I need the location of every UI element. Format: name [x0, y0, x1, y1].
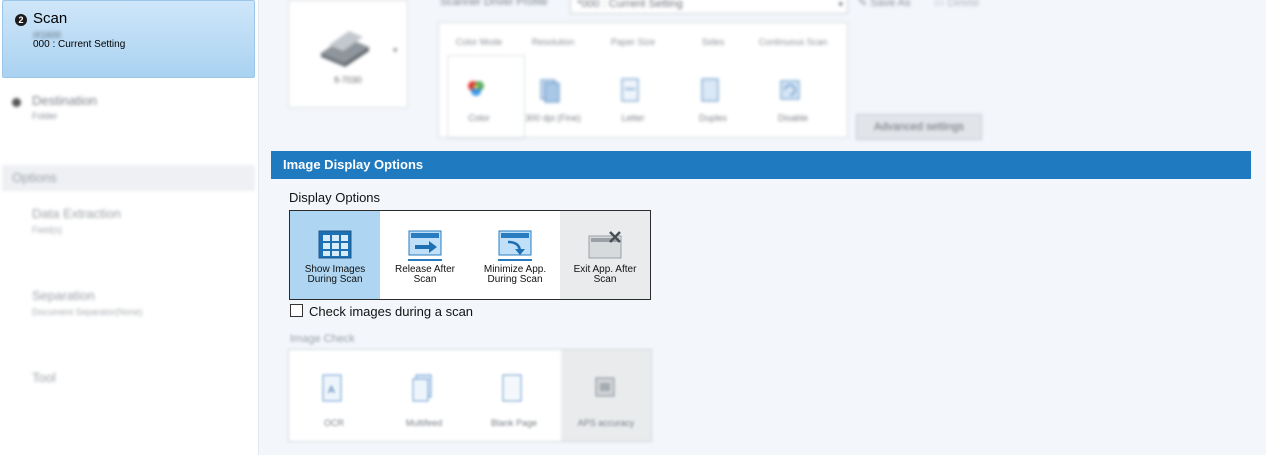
- save-as-button[interactable]: ✎ Save As: [858, 0, 911, 9]
- sidebar-item-sub: Folder: [32, 111, 58, 121]
- grid-icon: [318, 230, 352, 259]
- pencil-icon: ✎: [858, 0, 868, 9]
- sidebar-item-separation[interactable]: Separation Document Separator(None): [32, 288, 242, 317]
- delete-label: Delete: [947, 0, 980, 9]
- setting-value: Disable: [777, 113, 808, 123]
- sidebar-item-label: Data Extraction: [32, 206, 121, 221]
- scanner-select-button[interactable]: ▾ fi-7030: [288, 0, 408, 108]
- option-label: Blank Page: [490, 418, 538, 428]
- delete-button[interactable]: ▭ Delete: [934, 0, 979, 9]
- option-label: During Scan: [307, 274, 363, 285]
- option-label: Scan: [413, 274, 437, 285]
- step-number-icon: 2: [15, 14, 27, 26]
- duplex-icon: [701, 78, 719, 102]
- blank-page-option[interactable]: Blank Page: [469, 350, 559, 441]
- color-mode-setting[interactable]: Color Mode Color: [439, 23, 525, 139]
- sidebar-item-destination[interactable]: Destination Folder: [12, 93, 242, 127]
- continuous-scan-setting[interactable]: Continuous Scan Disable: [753, 23, 833, 123]
- ocr-document-icon: A: [322, 374, 342, 402]
- setting-header: Color Mode: [455, 37, 503, 47]
- multifeed-icon: [412, 374, 432, 402]
- sidebar-item-label: Destination: [32, 93, 98, 108]
- ocr-option[interactable]: A OCR: [289, 350, 379, 441]
- option-label: Scan: [593, 274, 617, 285]
- trash-icon: ▭: [934, 0, 945, 9]
- option-label: APS accuracy: [577, 418, 635, 428]
- svg-text:A: A: [328, 385, 335, 396]
- option-label: During Scan: [487, 274, 543, 285]
- aps-accuracy-option[interactable]: APS accuracy: [561, 350, 651, 441]
- sidebar: 2 Scan iX1600 000 : Current Setting Dest…: [0, 0, 259, 455]
- step-dot-icon: [12, 98, 21, 107]
- release-after-scan-option[interactable]: Release After Scan: [380, 211, 470, 299]
- close-window-icon: [588, 231, 622, 259]
- profile-select[interactable]: *000 : Current Setting ▾: [570, 0, 848, 14]
- setting-header: Resolution: [531, 37, 575, 47]
- image-check-group: A OCR Multifeed Blank Page APS accuracy: [288, 349, 652, 442]
- scan-settings-panel: Color Mode Color Resolution 300 dpi (Fin…: [438, 22, 848, 139]
- save-as-label: Save As: [870, 0, 911, 9]
- profile-setting: 000 : Current Setting: [33, 39, 126, 50]
- checkbox-icon[interactable]: [290, 304, 303, 317]
- aps-accuracy-icon: [595, 377, 615, 397]
- options-header: Options: [2, 165, 255, 191]
- setting-value: Letter: [621, 113, 645, 123]
- paper-size-setting[interactable]: Paper Size Letter: [593, 23, 673, 123]
- option-label: Multifeed: [405, 418, 443, 428]
- minimize-icon: [498, 230, 532, 261]
- multifeed-option[interactable]: Multifeed: [379, 350, 469, 441]
- profile-value: *000 : Current Setting: [577, 0, 683, 10]
- scanner-icon: [321, 31, 369, 67]
- chevron-down-icon: ▾: [393, 45, 398, 55]
- chevron-down-icon: ▾: [838, 0, 843, 9]
- sidebar-item-tool[interactable]: Tool: [32, 370, 242, 385]
- setting-header: Continuous Scan: [758, 37, 828, 47]
- advanced-settings-button[interactable]: Advanced settings: [856, 114, 982, 140]
- sidebar-item-label: Separation: [32, 288, 95, 303]
- sidebar-item-label: Scan: [33, 10, 68, 27]
- image-check-label: Image Check: [290, 333, 355, 345]
- continuous-scan-icon: [780, 80, 800, 100]
- blank-page-icon: [502, 374, 522, 402]
- sidebar-item-data-extraction[interactable]: Data Extraction Field(s): [32, 206, 242, 235]
- resolution-icon: [540, 79, 560, 103]
- resolution-setting[interactable]: Resolution 300 dpi (Fine): [513, 23, 593, 123]
- check-images-checkbox[interactable]: Check images during a scan: [290, 304, 473, 319]
- scanner-model: fi-7030: [334, 75, 362, 85]
- checkbox-label: Check images during a scan: [309, 304, 474, 319]
- setting-header: Sides: [701, 37, 725, 47]
- sidebar-item-scan[interactable]: 2 Scan iX1600 000 : Current Setting: [2, 0, 255, 78]
- sidebar-item-sub: Document Separator(None): [32, 307, 143, 317]
- option-label: OCR: [324, 418, 344, 428]
- sidebar-item-label: Tool: [32, 370, 56, 385]
- exit-app-after-scan-option[interactable]: Exit App. After Scan: [560, 211, 650, 299]
- setting-value: Color: [468, 113, 490, 123]
- setting-value: Duplex: [698, 113, 727, 123]
- display-options-label: Display Options: [289, 190, 381, 205]
- setting-value: 300 dpi (Fine): [525, 113, 581, 123]
- section-header-image-display: Image Display Options: [271, 151, 1251, 179]
- setting-header: Paper Size: [610, 37, 656, 47]
- sides-setting[interactable]: Sides Duplex: [673, 23, 753, 123]
- release-arrow-icon: [408, 230, 442, 261]
- minimize-app-during-scan-option[interactable]: Minimize App. During Scan: [470, 211, 560, 299]
- color-wheel-icon: [468, 81, 484, 96]
- display-options-group: Show Images During Scan Release After Sc…: [289, 210, 651, 300]
- sidebar-item-sub: Field(s): [32, 225, 63, 235]
- paper-icon: [621, 78, 639, 102]
- profile-label: Scanner Driver Profile: [440, 0, 548, 8]
- show-images-during-scan-option[interactable]: Show Images During Scan: [290, 211, 380, 299]
